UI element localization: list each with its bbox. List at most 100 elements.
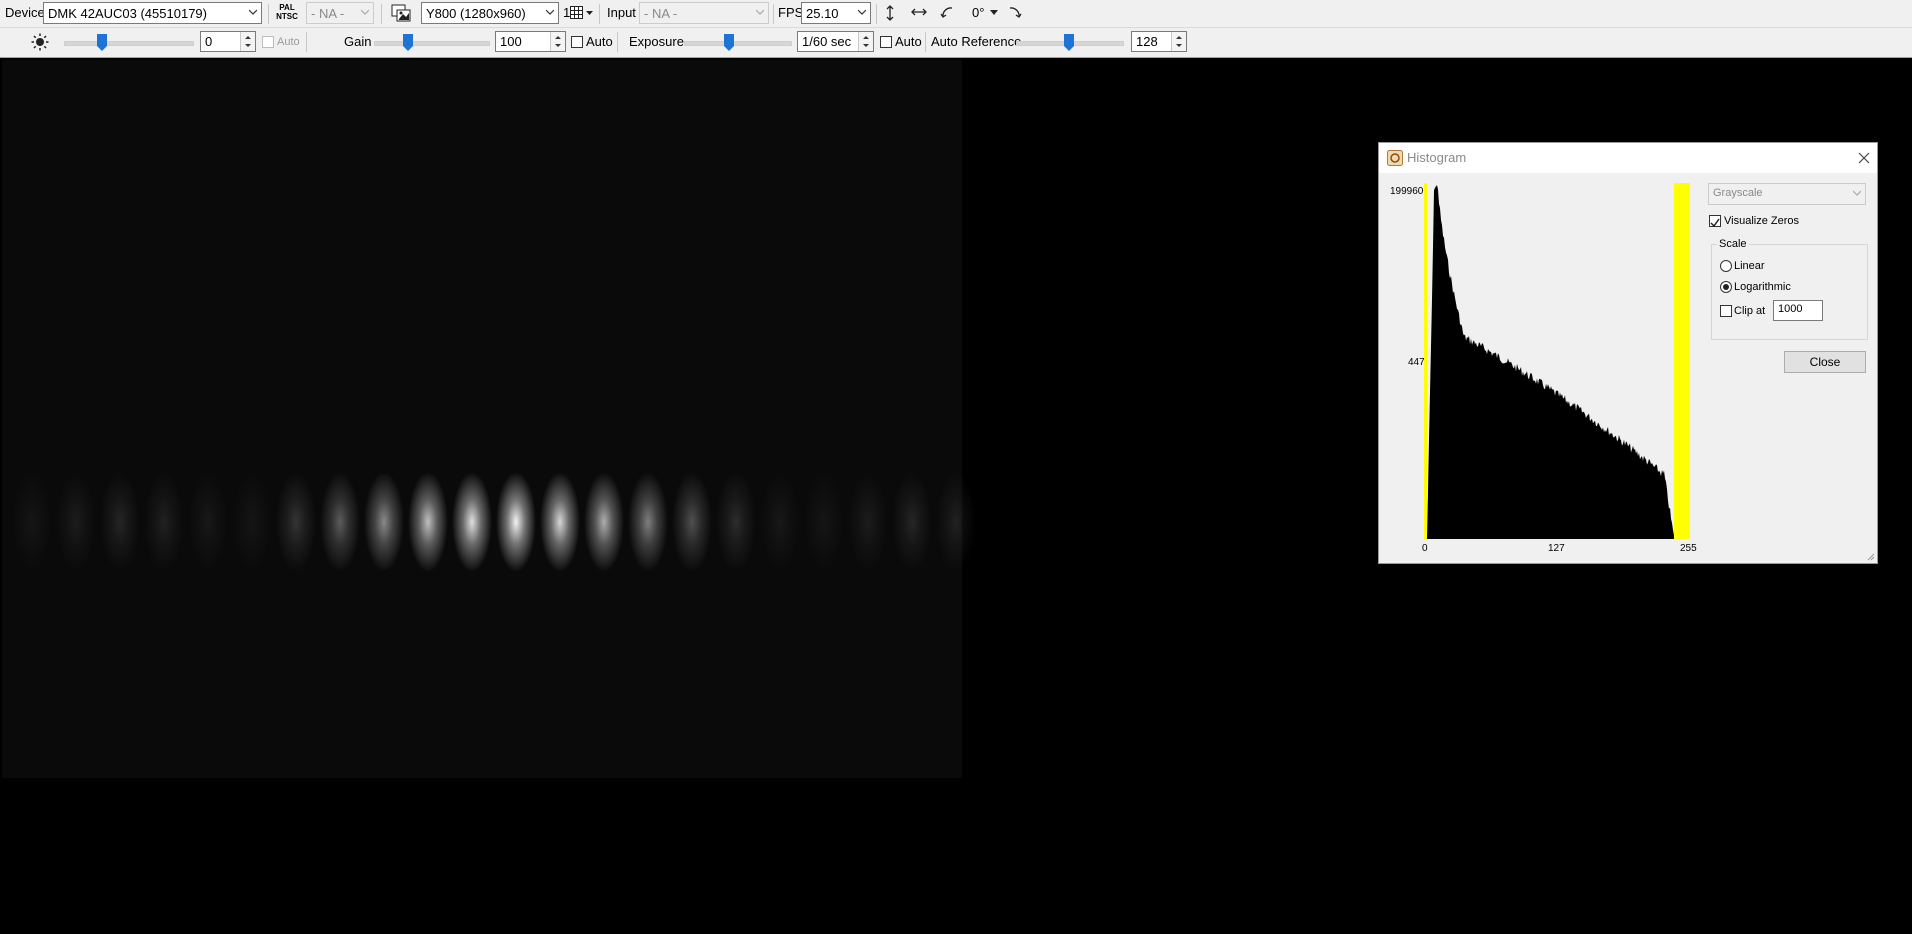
properties-toolbar: 0 Auto Gain 100 Auto Exposure 1/60 sec A… [0, 28, 1912, 58]
exposure-spinbox[interactable]: 1/60 sec [797, 31, 874, 52]
spin-buttons[interactable] [240, 32, 255, 51]
histogram-plot [1424, 183, 1692, 539]
input-select[interactable]: - NA - [639, 2, 769, 24]
toolbar-separator [306, 32, 307, 52]
histogram-dialog: Histogram 199960 447 0 127 255 Grayscale… [1378, 142, 1878, 564]
toolbar-separator [381, 4, 382, 24]
fringe-14 [628, 472, 668, 572]
device-toolbar: Device DMK 42AUC03 (45510179) PAL NTSC -… [0, 0, 1912, 28]
flip-vertical-icon[interactable] [884, 5, 896, 21]
spin-buttons[interactable] [858, 32, 873, 51]
exposure-auto-checkbox[interactable] [880, 36, 892, 48]
exposure-auto-label: Auto [895, 34, 922, 49]
spin-arrows-icon [245, 36, 251, 47]
device-label: Device [5, 5, 45, 20]
rotation-dropdown-icon[interactable] [990, 10, 998, 16]
close-button[interactable]: Close [1784, 351, 1866, 373]
input-label: Input [607, 5, 636, 20]
rotation-value: 0° [972, 5, 985, 20]
fringe-7 [320, 472, 360, 572]
exposure-slider[interactable] [684, 33, 792, 53]
scale-logarithmic-radio[interactable] [1720, 281, 1732, 293]
slider-track [64, 41, 194, 46]
toolbar-separator [876, 4, 877, 24]
fringe-1 [56, 472, 96, 572]
fringe-0 [12, 472, 52, 572]
video-norm-select[interactable]: - NA - [306, 2, 374, 24]
slider-thumb[interactable] [724, 34, 734, 51]
brightness-spinbox[interactable]: 0 [200, 31, 256, 52]
scale-linear-radio[interactable] [1720, 260, 1732, 272]
gain-auto-label: Auto [586, 34, 613, 49]
chevron-down-icon [1853, 190, 1861, 196]
radio-selected-dot [1723, 284, 1729, 290]
video-norm-icon: PAL NTSC [276, 3, 298, 23]
exposure-value: 1/60 sec [802, 34, 852, 49]
fps-select[interactable]: 25.10 [801, 2, 871, 24]
slider-track [374, 41, 490, 46]
app-icon [1387, 150, 1403, 166]
gain-spinbox[interactable]: 100 [495, 31, 566, 52]
device-select[interactable]: DMK 42AUC03 (45510179) [43, 2, 262, 24]
live-video-viewport[interactable] [2, 60, 976, 778]
auto-reference-slider[interactable] [1016, 33, 1124, 53]
rotate-right-icon[interactable] [1008, 5, 1022, 19]
flip-horizontal-icon[interactable] [911, 6, 927, 18]
chevron-down-icon [546, 9, 554, 15]
histogram-title: Histogram [1407, 150, 1467, 165]
channel-select[interactable]: Grayscale [1708, 183, 1866, 205]
resize-grip-icon[interactable] [1866, 552, 1875, 561]
spin-arrows-icon [1176, 36, 1182, 47]
toolbar-separator [773, 4, 774, 24]
histogram-titlebar[interactable]: Histogram [1379, 143, 1877, 173]
brightness-auto-checkbox[interactable] [262, 36, 274, 48]
brightness-icon [31, 33, 49, 51]
spin-buttons[interactable] [550, 32, 565, 51]
video-norm-value: - NA - [311, 6, 345, 21]
fringe-4 [188, 472, 228, 572]
video-format-icon[interactable] [391, 4, 411, 22]
chevron-down-icon [756, 9, 764, 15]
rotate-left-icon[interactable] [940, 5, 954, 19]
fps-label: FPS [778, 5, 804, 20]
toolbar-separator [617, 32, 618, 52]
visualize-zeros-label: Visualize Zeros [1724, 215, 1799, 227]
chevron-down-icon [249, 9, 257, 15]
slider-thumb[interactable] [1064, 34, 1074, 51]
auto-reference-value: 128 [1136, 34, 1158, 49]
clip-checkbox[interactable] [1720, 305, 1732, 317]
grid-menu-icon[interactable] [570, 6, 594, 20]
gain-label: Gain [344, 34, 372, 49]
clip-input[interactable]: 1000 [1773, 300, 1823, 321]
fringe-10 [452, 472, 492, 572]
fringe-11 [496, 472, 536, 572]
fringe-2 [100, 472, 140, 572]
scale-group-label: Scale [1717, 236, 1749, 252]
gain-slider[interactable] [374, 33, 490, 53]
device-select-value: DMK 42AUC03 (45510179) [48, 6, 207, 21]
visualize-zeros-checkbox[interactable] [1709, 215, 1721, 228]
fringe-16 [716, 472, 756, 572]
spin-arrows-icon [555, 36, 561, 47]
high-marker [1674, 183, 1690, 539]
auto-reference-spinbox[interactable]: 128 [1131, 31, 1187, 52]
video-format-select[interactable]: Y800 (1280x960) [421, 2, 559, 24]
fps-value: 25.10 [806, 6, 839, 21]
low-marker [1424, 183, 1427, 539]
fringe-9 [408, 472, 448, 572]
fringe-20 [892, 472, 932, 572]
fringe-12 [540, 472, 580, 572]
brightness-slider[interactable] [64, 33, 194, 53]
slider-track [684, 41, 792, 46]
slider-thumb[interactable] [403, 34, 413, 51]
scale-linear-label: Linear [1734, 260, 1765, 272]
chevron-down-icon [858, 9, 866, 15]
spin-buttons[interactable] [1171, 32, 1186, 51]
channel-value: Grayscale [1713, 187, 1763, 199]
close-icon[interactable] [1858, 152, 1870, 164]
slider-thumb[interactable] [97, 34, 107, 51]
fringe-15 [672, 472, 712, 572]
gain-auto-checkbox[interactable] [571, 36, 583, 48]
video-format-value: Y800 (1280x960) [426, 6, 526, 21]
scale-logarithmic-label: Logarithmic [1734, 281, 1791, 293]
